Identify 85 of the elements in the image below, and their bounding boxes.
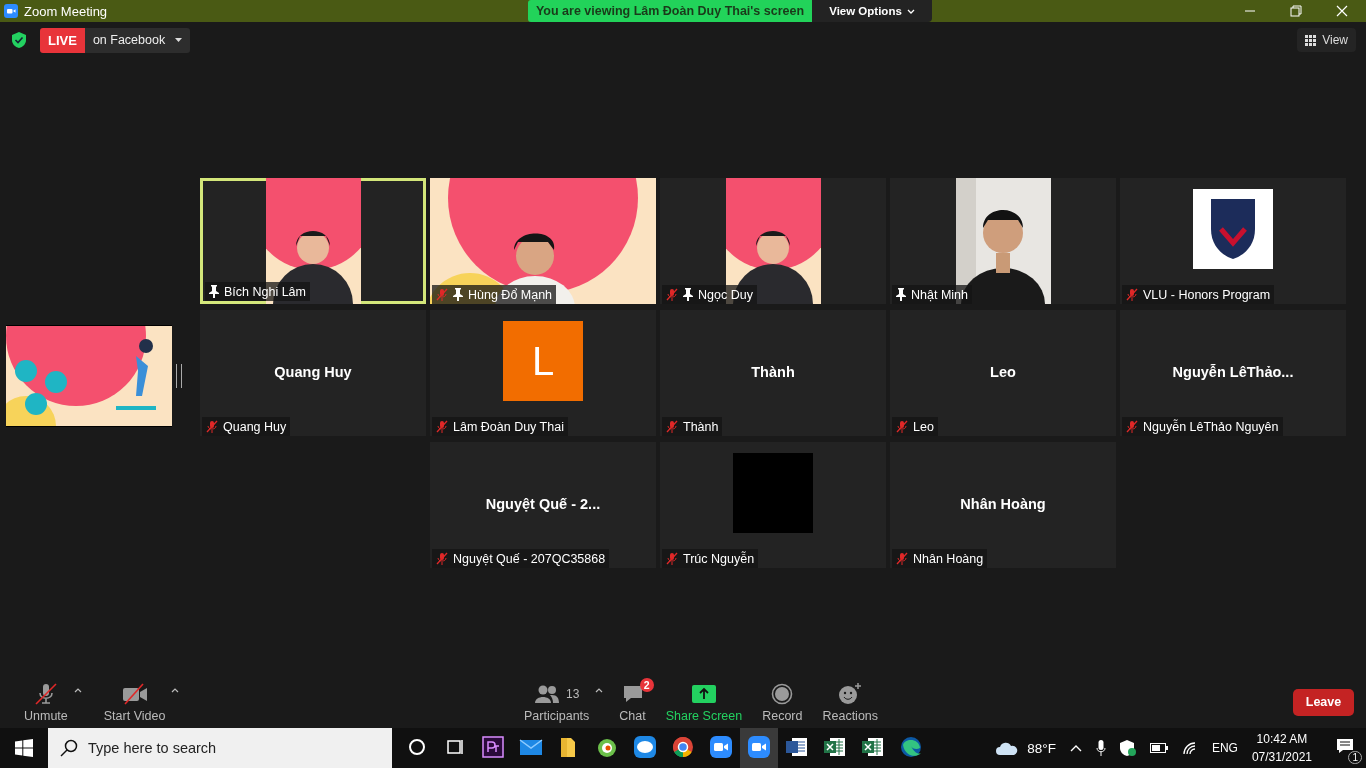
people-icon [533, 683, 560, 704]
close-icon[interactable] [1336, 5, 1348, 17]
spreadsheet-app-icon [823, 735, 847, 759]
video-tile[interactable]: Quang Huy Quang Huy [200, 310, 426, 436]
participant-name: Ngọc Duy [698, 287, 753, 302]
participant-display-name: Quang Huy [274, 364, 352, 380]
video-tile[interactable]: Nhân Hoàng Nhân Hoàng [890, 442, 1116, 568]
view-options-button[interactable]: View Options [812, 0, 932, 22]
caret-icon [906, 8, 915, 14]
camera-toolbar-button[interactable]: Start Video [99, 681, 170, 723]
window-title: Zoom Meeting [24, 3, 108, 19]
participant-display-name: Thành [751, 364, 795, 380]
language-indicator[interactable]: ENG [1211, 741, 1238, 755]
chevron-up-icon[interactable] [1069, 744, 1082, 752]
participants-toolbar-button[interactable]: 13 Participants [520, 681, 594, 723]
search-icon [60, 739, 78, 757]
participant-name: Thành [683, 419, 719, 434]
video-tile[interactable]: Bích Nghi Lâm [200, 178, 426, 304]
participant-name: VLU - Honors Program [1143, 287, 1271, 302]
video-tile[interactable]: L Lâm Đoàn Duy Thai [430, 310, 656, 436]
microphone-icon[interactable] [1095, 740, 1106, 756]
participant-name: Quang Huy [223, 419, 287, 434]
action-center-icon[interactable] [1336, 738, 1354, 754]
video-tile[interactable]: Nguyệt Quế - 2... Nguyệt Quế - 207QC35868 [430, 442, 656, 568]
avatar-letter: L [503, 321, 583, 401]
zoom-logo-icon [4, 4, 18, 18]
video-tile[interactable]: Leo Leo [890, 310, 1116, 436]
participant-name: Bích Nghi Lâm [224, 284, 306, 299]
leave-button[interactable]: Leave [1293, 688, 1354, 716]
grid-icon [1305, 34, 1317, 46]
security-shield-icon[interactable] [10, 30, 28, 50]
viewing-banner: You are viewing Lâm Đoàn Duy Thai's screen [528, 0, 812, 22]
video-tile[interactable]: Thành Thành [660, 310, 886, 436]
splitter-handle[interactable] [176, 364, 182, 388]
restore-icon[interactable] [1290, 5, 1302, 17]
participant-name: Nhân Hoàng [913, 551, 984, 566]
taskbar-search-field[interactable]: Type here to search [48, 728, 392, 768]
participant-display-name: Leo [990, 364, 1016, 380]
participant-name: Trúc Nguyễn [683, 551, 755, 566]
video-app-icon [709, 735, 733, 759]
battery-icon[interactable] [1149, 743, 1168, 753]
participant-name: Leo [913, 419, 934, 434]
participant-name: Nguyễn LêThảo Nguyên [1143, 419, 1279, 434]
windows-start-icon[interactable] [15, 739, 33, 757]
word-app-icon [785, 735, 809, 759]
wifi-icon[interactable] [1181, 741, 1198, 755]
share-toolbar-button[interactable]: Share Screen [661, 681, 747, 723]
view-button[interactable]: View [1297, 28, 1356, 52]
participant-name: Lâm Đoàn Duy Thai [453, 419, 564, 434]
participant-name: Hùng Đổ Mạnh [468, 287, 553, 302]
participant-name: Nguyệt Quế - 207QC35868 [453, 551, 606, 566]
video-app-icon [747, 735, 771, 759]
video-tile[interactable]: Trúc Nguyễn [660, 442, 886, 568]
record-toolbar-button[interactable]: Record [758, 681, 807, 723]
shield-icon[interactable] [1119, 740, 1136, 756]
participant-display-name: Nguyễn LêThảo... [1172, 364, 1294, 380]
video-tile[interactable]: Ngọc Duy [660, 178, 886, 304]
participant-display-name: Nhân Hoàng [960, 496, 1046, 512]
live-platform-dropdown[interactable]: on Facebook [84, 27, 191, 53]
video-tile[interactable]: VLU - Honors Program [1120, 178, 1346, 304]
reactions-toolbar-button[interactable]: Reactions [818, 681, 883, 723]
smiley-plus-icon [838, 682, 863, 705]
participant-name: Nhật Minh [911, 287, 968, 302]
edge-browser-icon [899, 735, 923, 759]
taskbar-clock[interactable]: 10:42 AM 07/31/2021 [1251, 730, 1312, 766]
spreadsheet-app-icon [861, 735, 885, 759]
weather-temperature[interactable]: 88°F [1027, 740, 1056, 756]
live-badge: LIVE [40, 27, 85, 53]
video-tile[interactable]: Nguyễn LêThảo... Nguyễn LêThảo Nguyên [1120, 310, 1346, 436]
premiere-app-icon [481, 735, 505, 759]
notification-badge: 2 [639, 677, 654, 692]
share-screen-icon [691, 684, 716, 703]
chrome-icon [671, 735, 695, 759]
participant-count: 13 [565, 686, 580, 701]
caret-icon [175, 38, 183, 42]
notification-count: 1 [1348, 751, 1362, 764]
video-tile[interactable]: Hùng Đổ Mạnh [430, 178, 656, 304]
mic-toolbar-button[interactable]: Unmute [20, 681, 72, 723]
chat-app-icon [633, 735, 657, 759]
participant-display-name: Nguyệt Quế - 2... [485, 496, 601, 512]
cloud-icon[interactable] [995, 740, 1020, 756]
taskbar-app-button[interactable] [740, 728, 778, 768]
chat-bubble-icon [621, 683, 644, 704]
video-tile[interactable]: Nhật Minh [890, 178, 1116, 304]
record-icon [771, 682, 794, 705]
